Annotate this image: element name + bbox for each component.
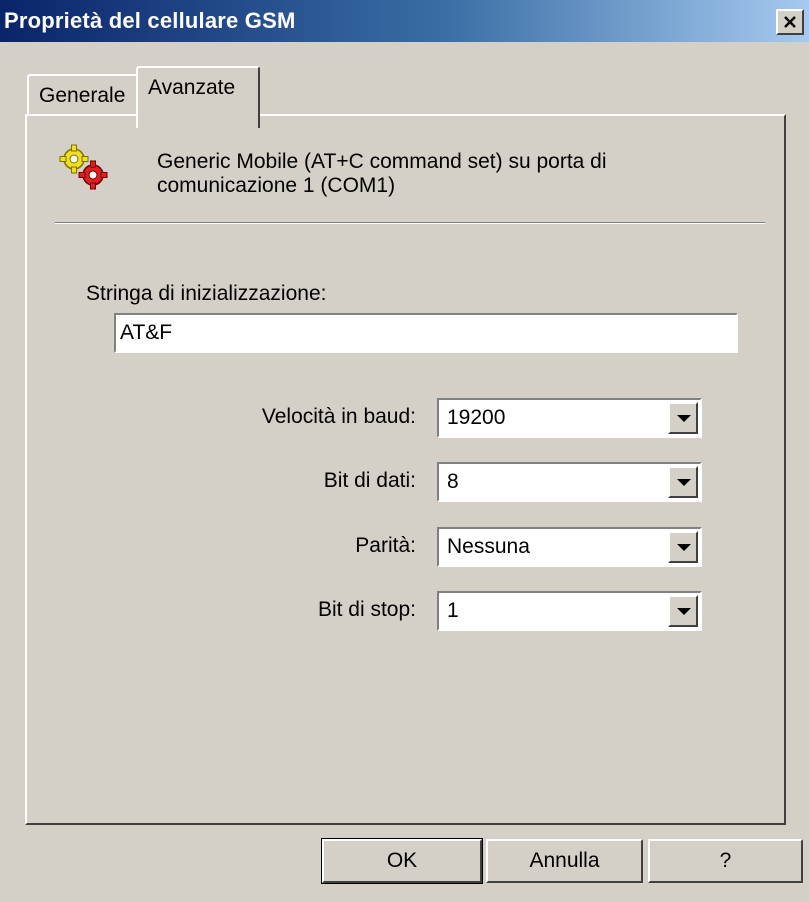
parity-select[interactable]: Nessuna bbox=[437, 527, 702, 567]
close-icon bbox=[784, 16, 796, 28]
separator bbox=[55, 222, 765, 224]
help-button-label: ? bbox=[719, 849, 732, 872]
device-description-line1: Generic Mobile (AT+C command set) su por… bbox=[157, 150, 607, 173]
baud-rate-select[interactable]: 19200 bbox=[437, 398, 702, 438]
tab-generale[interactable]: Generale bbox=[27, 74, 138, 116]
init-string-label: Stringa di inizializzazione: bbox=[86, 282, 327, 305]
gears-icon bbox=[59, 144, 108, 190]
stop-bits-label: Bit di stop: bbox=[317, 598, 416, 621]
cancel-button-label: Annulla bbox=[529, 849, 600, 872]
data-bits-select[interactable]: 8 bbox=[437, 462, 702, 502]
device-description: Generic Mobile (AT+C command set) su por… bbox=[157, 150, 717, 198]
window-title: Proprietà del cellulare GSM bbox=[4, 8, 296, 33]
parity-label: Parità: bbox=[355, 534, 416, 557]
chevron-down-icon[interactable] bbox=[668, 402, 698, 434]
chevron-down-icon[interactable] bbox=[668, 466, 698, 498]
help-button[interactable]: ? bbox=[648, 839, 803, 883]
baud-rate-label: Velocità in baud: bbox=[261, 405, 416, 428]
tab-generale-label: Generale bbox=[39, 84, 126, 107]
cancel-button[interactable]: Annulla bbox=[486, 839, 643, 883]
tab-avanzate[interactable]: Avanzate bbox=[136, 66, 260, 128]
close-button[interactable] bbox=[776, 9, 804, 35]
title-bar[interactable]: Proprietà del cellulare GSM bbox=[0, 0, 809, 44]
parity-value: Nessuna bbox=[447, 535, 530, 558]
chevron-down-icon[interactable] bbox=[668, 595, 698, 627]
stop-bits-select[interactable]: 1 bbox=[437, 591, 702, 631]
stop-bits-value: 1 bbox=[447, 599, 459, 622]
init-string-input[interactable] bbox=[114, 313, 738, 353]
ok-button-label: OK bbox=[386, 849, 418, 872]
data-bits-label: Bit di dati: bbox=[323, 469, 416, 492]
ok-button[interactable]: OK bbox=[321, 838, 483, 884]
device-description-line2: comunicazione 1 (COM1) bbox=[157, 174, 396, 197]
tab-avanzate-label: Avanzate bbox=[148, 76, 236, 99]
chevron-down-icon[interactable] bbox=[668, 531, 698, 563]
data-bits-value: 8 bbox=[447, 470, 459, 493]
baud-rate-value: 19200 bbox=[447, 406, 506, 429]
